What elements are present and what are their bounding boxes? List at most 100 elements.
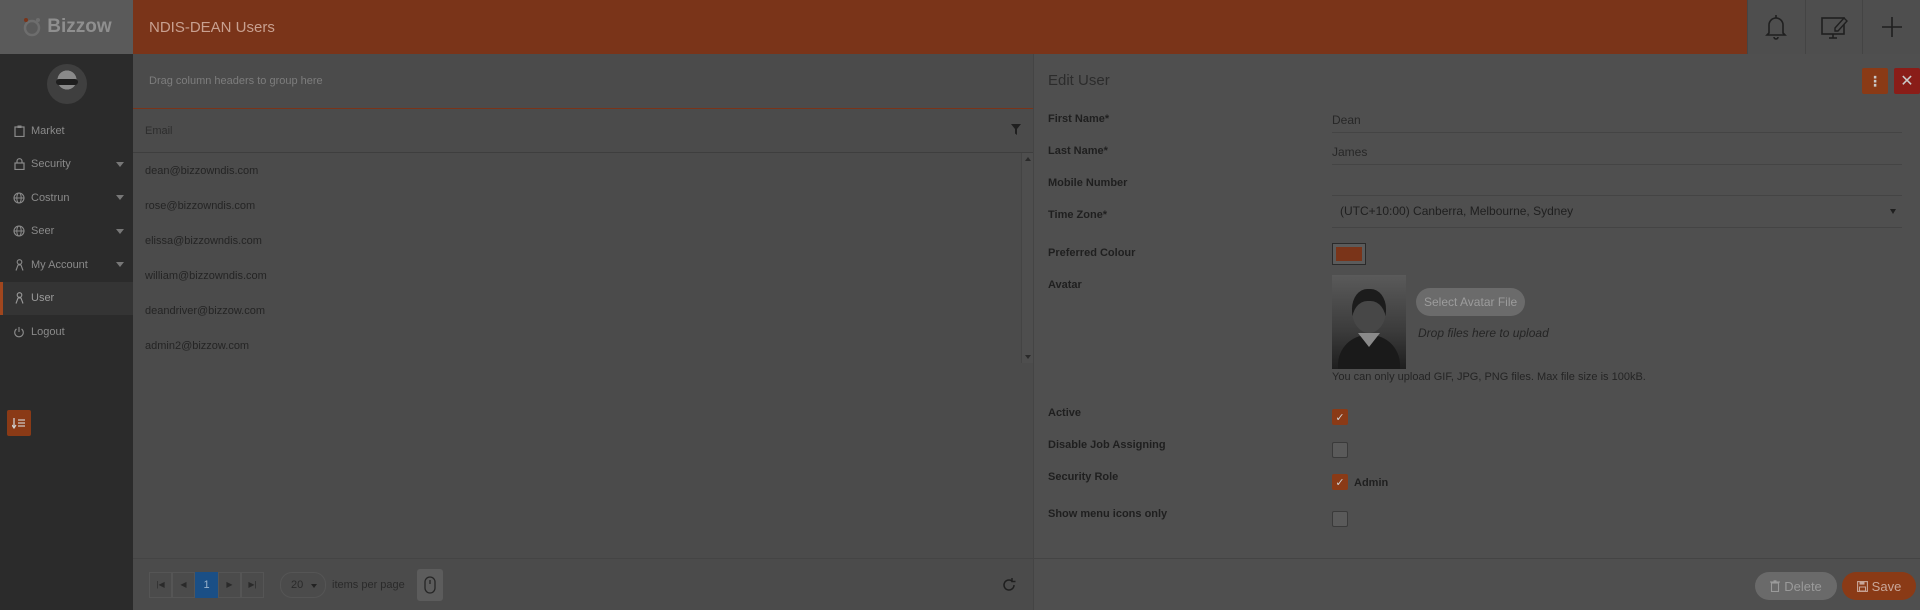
sidebar-item-label: Seer <box>31 225 55 238</box>
sort-list-icon <box>12 418 25 429</box>
prev-page-icon: ◀ <box>180 580 187 589</box>
chevron-down-icon[interactable] <box>116 228 124 234</box>
table-row[interactable]: admin2@bizzow.com <box>133 328 1033 363</box>
notifications-button[interactable] <box>1747 0 1805 54</box>
add-button[interactable] <box>1862 0 1920 54</box>
timezone-label: Time Zone* <box>1048 209 1108 221</box>
refresh-icon[interactable] <box>1001 577 1017 593</box>
timezone-select[interactable]: (UTC+10:00) Canberra, Melbourne, Sydney <box>1332 194 1902 228</box>
mouse-icon <box>424 575 436 594</box>
sidebar: Bizzow Market Security Costrun Seer My A… <box>0 0 133 610</box>
colour-label: Preferred Colour <box>1048 247 1136 259</box>
delete-button[interactable]: Delete <box>1755 572 1837 600</box>
colour-swatch <box>1336 247 1362 261</box>
group-drop-area[interactable]: Drag column headers to group here <box>133 54 1033 109</box>
grid-body: dean@bizzowndis.com rose@bizzowndis.com … <box>133 153 1033 363</box>
sidebar-item-market[interactable]: Market <box>0 114 133 148</box>
last-page-button[interactable]: ▶| <box>241 571 264 598</box>
user-avatar[interactable] <box>46 64 87 104</box>
person-icon <box>13 258 25 271</box>
sidebar-item-label: User <box>31 292 55 305</box>
brand-logo[interactable]: Bizzow <box>0 0 133 54</box>
sidebar-item-label: Costrun <box>31 191 70 204</box>
chevron-down-icon <box>1890 209 1896 214</box>
email-cell: william@bizzowndis.com <box>145 269 267 282</box>
bizzow-logo-icon <box>24 18 41 37</box>
lock-icon <box>13 158 25 171</box>
scroll-up-icon[interactable] <box>1025 157 1031 161</box>
sort-menu-button[interactable] <box>7 410 31 436</box>
sidebar-item-seer[interactable]: Seer <box>0 215 133 249</box>
email-cell: admin2@bizzow.com <box>145 339 250 352</box>
first-name-field[interactable]: Dean <box>1332 113 1902 133</box>
header-actions <box>1747 0 1920 54</box>
globe-icon <box>13 192 25 204</box>
email-cell: deandriver@bizzow.com <box>145 304 265 317</box>
panel-menu-button[interactable]: ⋮ <box>1862 68 1888 94</box>
grid-scrollbar[interactable] <box>1021 153 1033 363</box>
close-panel-button[interactable]: ✕ <box>1894 68 1920 94</box>
export-button[interactable] <box>416 568 443 601</box>
save-button[interactable]: Save <box>1842 572 1916 600</box>
page-number-button[interactable]: 1 <box>195 571 218 598</box>
table-row[interactable]: william@bizzowndis.com <box>133 258 1033 293</box>
plus-icon <box>1881 17 1902 37</box>
table-row[interactable]: elissa@bizzowndis.com <box>133 223 1033 258</box>
users-grid: Drag column headers to group here Email … <box>133 54 1033 610</box>
sidebar-item-user[interactable]: User <box>0 281 133 315</box>
chevron-down-icon[interactable] <box>116 161 124 167</box>
sidebar-item-security[interactable]: Security <box>0 148 133 182</box>
menu-icons-checkbox[interactable] <box>1332 511 1348 527</box>
table-row[interactable]: deandriver@bizzow.com <box>133 293 1033 328</box>
first-page-button[interactable]: |◀ <box>149 571 172 598</box>
sidebar-item-costrun[interactable]: Costrun <box>0 181 133 215</box>
edit-screen-button[interactable] <box>1804 0 1863 54</box>
colour-picker[interactable] <box>1332 243 1366 265</box>
sidebar-nav: Market Security Costrun Seer My Account … <box>0 114 133 349</box>
disable-job-checkbox[interactable] <box>1332 442 1348 458</box>
clipboard-icon <box>13 125 25 137</box>
grid-pager: |◀ ◀ 1 ▶ ▶| 20 items per page <box>133 558 1033 610</box>
column-header-email[interactable]: Email <box>133 109 1033 153</box>
sidebar-item-label: Security <box>31 158 71 171</box>
disable-job-label: Disable Job Assigning <box>1048 439 1166 451</box>
top-header: NDIS-DEAN Users <box>133 0 1747 54</box>
panel-title: Edit User <box>1048 72 1110 89</box>
brand-name: Bizzow <box>47 16 112 37</box>
select-avatar-button[interactable]: Select Avatar File <box>1416 288 1526 316</box>
chevron-down-icon[interactable] <box>116 262 124 267</box>
sidebar-item-my-account[interactable]: My Account <box>0 248 133 282</box>
next-page-button[interactable]: ▶ <box>218 571 241 598</box>
avatar-label: Avatar <box>1048 279 1082 291</box>
page-size-select[interactable]: 20 <box>280 571 326 598</box>
table-row[interactable]: dean@bizzowndis.com <box>133 153 1033 188</box>
person-icon <box>13 292 25 304</box>
page-title: NDIS-DEAN Users <box>149 18 275 36</box>
table-row[interactable]: rose@bizzowndis.com <box>133 188 1033 223</box>
drop-zone-hint[interactable]: Drop files here to upload <box>1418 326 1549 340</box>
sidebar-item-logout[interactable]: Logout <box>0 315 133 349</box>
scroll-down-icon[interactable] <box>1025 355 1031 359</box>
menu-icons-label: Show menu icons only <box>1048 508 1168 520</box>
chevron-down-icon[interactable] <box>116 195 124 200</box>
bell-icon <box>1765 15 1788 40</box>
items-per-page-label: items per page <box>332 578 405 591</box>
timezone-value: (UTC+10:00) Canberra, Melbourne, Sydney <box>1340 203 1574 218</box>
filter-icon[interactable] <box>1011 124 1021 135</box>
panel-footer: Delete Save <box>1034 558 1920 610</box>
vertical-dots-icon: ⋮ <box>1868 72 1882 89</box>
page-number: 1 <box>203 578 210 591</box>
admin-role-checkbox[interactable]: ✓ <box>1332 474 1348 490</box>
last-name-field[interactable]: James <box>1332 145 1902 165</box>
sidebar-item-label: Logout <box>31 325 65 338</box>
page-size-value: 20 <box>291 578 304 591</box>
save-label: Save <box>1871 578 1902 594</box>
prev-page-button[interactable]: ◀ <box>172 571 195 598</box>
active-checkbox[interactable]: ✓ <box>1332 409 1348 425</box>
email-cell: elissa@bizzowndis.com <box>145 234 262 247</box>
email-cell: rose@bizzowndis.com <box>145 199 256 212</box>
chevron-down-icon <box>311 583 317 588</box>
email-cell: dean@bizzowndis.com <box>145 164 259 177</box>
delete-label: Delete <box>1784 578 1822 594</box>
first-page-icon: |◀ <box>156 580 165 589</box>
